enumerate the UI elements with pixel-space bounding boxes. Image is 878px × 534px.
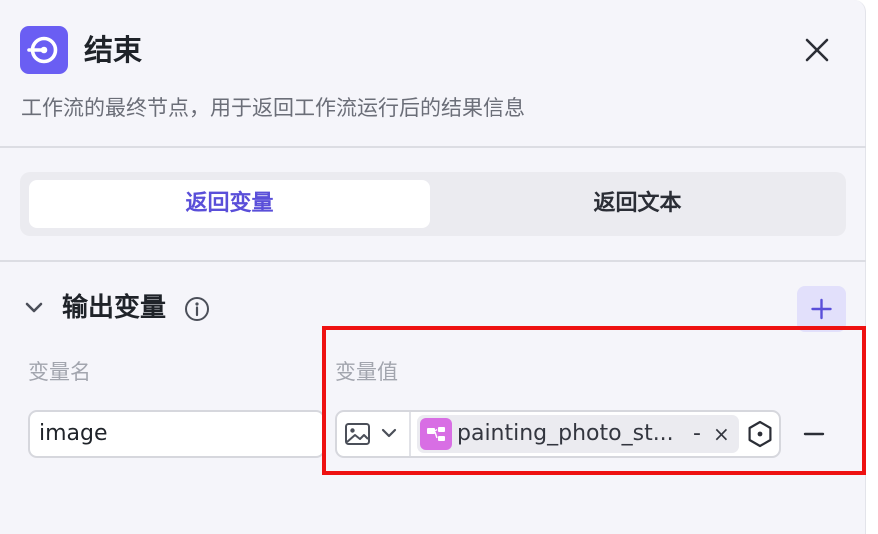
- divider: [0, 146, 866, 148]
- section-title: 输出变量: [62, 293, 167, 323]
- close-icon[interactable]: [800, 33, 834, 67]
- chevron-down-icon[interactable]: [22, 296, 46, 320]
- node-description: 工作流的最终节点，用于返回工作流运行后的结果信息: [21, 96, 525, 120]
- return-mode-switch: 返回变量 返回文本: [20, 172, 846, 236]
- end-node-icon: [20, 26, 68, 74]
- tab-return-text[interactable]: 返回文本: [437, 180, 838, 228]
- node-title: 结束: [84, 33, 143, 67]
- column-label-name: 变量名: [28, 360, 91, 384]
- highlight-box: [322, 326, 866, 475]
- variable-name-input[interactable]: image: [28, 410, 325, 458]
- divider: [0, 260, 866, 262]
- tab-return-variables[interactable]: 返回变量: [29, 180, 430, 228]
- info-icon[interactable]: [184, 296, 210, 322]
